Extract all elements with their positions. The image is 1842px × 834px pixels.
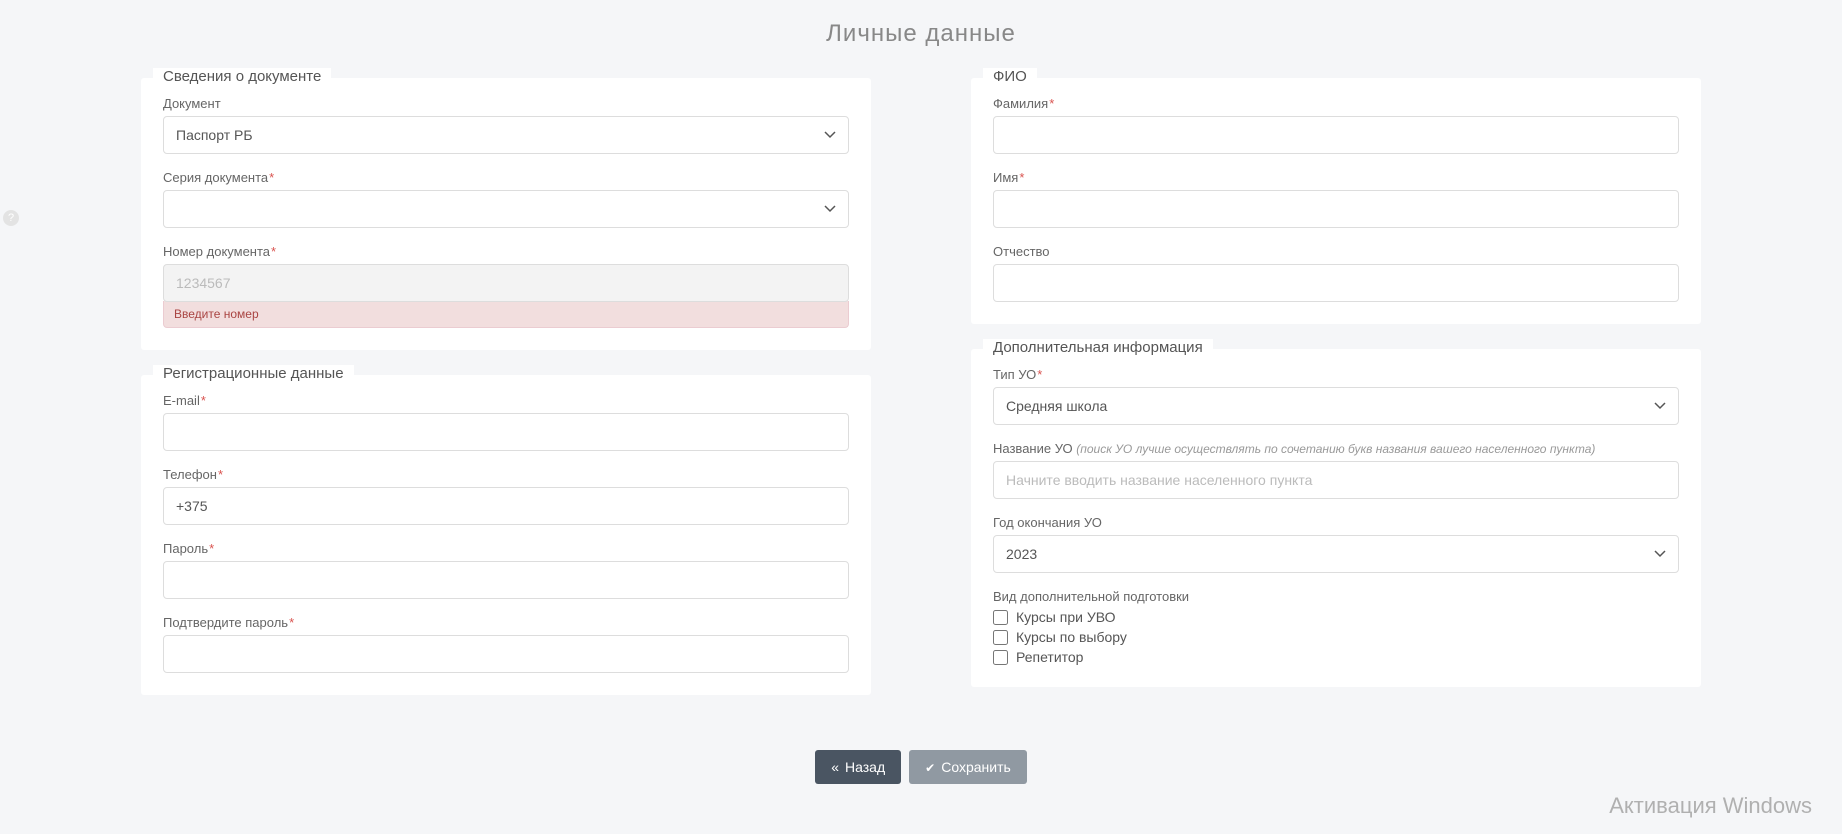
document-section: Сведения о документе Документ Паспорт РБ… — [141, 78, 871, 350]
registration-legend: Регистрационные данные — [153, 365, 354, 382]
phone-label: Телефон* — [163, 467, 849, 482]
name-uo-label: Название УО (поиск УО лучше осуществлять… — [993, 441, 1679, 456]
prep-tutor-checkbox[interactable] — [993, 650, 1008, 665]
surname-input[interactable] — [993, 116, 1679, 154]
extra-section: Дополнительная информация Тип УО* Средня… — [971, 349, 1701, 687]
patronymic-input[interactable] — [993, 264, 1679, 302]
fio-section: ФИО Фамилия* Имя* Отчество — [971, 78, 1701, 324]
name-uo-input[interactable] — [993, 461, 1679, 499]
windows-activation-watermark: Активация Windows — [1609, 793, 1812, 819]
prep-label: Вид дополнительной подготовки — [993, 589, 1679, 604]
password-label: Пароль* — [163, 541, 849, 556]
firstname-label: Имя* — [993, 170, 1679, 185]
document-legend: Сведения о документе — [153, 68, 331, 85]
prep-tutor-label: Репетитор — [1016, 649, 1083, 665]
prep-uvo-checkbox[interactable] — [993, 610, 1008, 625]
extra-legend: Дополнительная информация — [983, 339, 1213, 356]
document-type-label: Документ — [163, 96, 849, 111]
document-series-select[interactable] — [163, 190, 849, 228]
save-button[interactable]: Сохранить — [909, 750, 1027, 784]
registration-section: Регистрационные данные E-mail* Телефон* … — [141, 375, 871, 695]
prep-choice-label: Курсы по выбору — [1016, 629, 1127, 645]
document-number-input[interactable] — [163, 264, 849, 302]
document-type-select[interactable]: Паспорт РБ — [163, 116, 849, 154]
firstname-input[interactable] — [993, 190, 1679, 228]
email-label: E-mail* — [163, 393, 849, 408]
patronymic-label: Отчество — [993, 244, 1679, 259]
fio-legend: ФИО — [983, 68, 1037, 85]
page-title: Личные данные — [0, 0, 1842, 78]
email-input[interactable] — [163, 413, 849, 451]
prep-choice-checkbox[interactable] — [993, 630, 1008, 645]
chevron-left-icon — [831, 759, 839, 775]
check-icon — [925, 759, 935, 775]
back-button[interactable]: Назад — [815, 750, 901, 784]
password-input[interactable] — [163, 561, 849, 599]
confirm-password-label: Подтвердите пароль* — [163, 615, 849, 630]
prep-uvo-label: Курсы при УВО — [1016, 609, 1115, 625]
type-uo-select[interactable]: Средняя школа — [993, 387, 1679, 425]
document-series-label: Серия документа* — [163, 170, 849, 185]
document-number-label: Номер документа* — [163, 244, 849, 259]
type-uo-label: Тип УО* — [993, 367, 1679, 382]
year-uo-select[interactable]: 2023 — [993, 535, 1679, 573]
surname-label: Фамилия* — [993, 96, 1679, 111]
document-number-error: Введите номер — [163, 301, 849, 328]
year-uo-label: Год окончания УО — [993, 515, 1679, 530]
confirm-password-input[interactable] — [163, 635, 849, 673]
phone-input[interactable] — [163, 487, 849, 525]
help-icon[interactable]: ? — [3, 210, 19, 226]
